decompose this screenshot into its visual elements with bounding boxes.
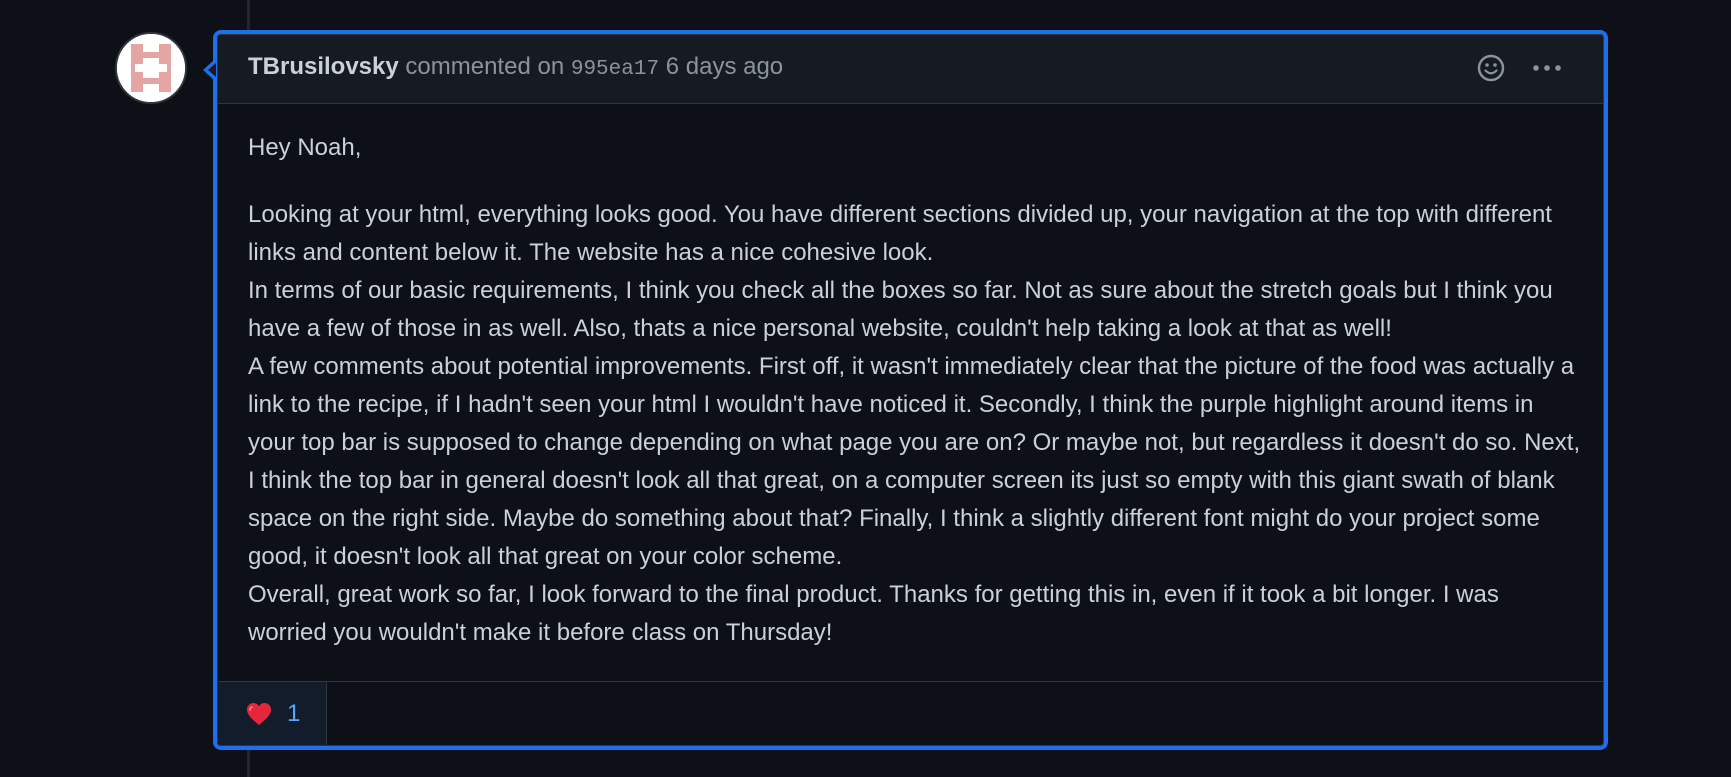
comment-body: Hey Noah, Looking at your html, everythi…: [248, 129, 1583, 652]
heart-icon: [247, 702, 271, 725]
comment-paragraph: Overall, great work so far, I look forwa…: [248, 581, 1499, 646]
action-text: commented on: [405, 53, 565, 80]
commit-sha-link[interactable]: 995ea17: [571, 58, 659, 81]
timestamp-link[interactable]: 6 days ago: [666, 53, 783, 80]
smiley-icon: [1477, 54, 1505, 82]
reaction-count: 1: [287, 699, 301, 727]
comment-header-text: TBrusilovsky commented on 995ea17 6 days…: [248, 53, 783, 81]
timeline: TBrusilovsky commented on 995ea17 6 days…: [0, 0, 1731, 777]
identicon-avatar-icon: [117, 34, 185, 102]
comment-card: TBrusilovsky commented on 995ea17 6 days…: [213, 30, 1608, 750]
comment-paragraph: In terms of our basic requirements, I th…: [248, 277, 1553, 342]
comment-greeting: Hey Noah,: [248, 134, 362, 161]
comment-paragraph: Looking at your html, everything looks g…: [248, 201, 1552, 266]
comment-reactions-bar: 1: [218, 681, 1603, 745]
comment-inner: TBrusilovsky commented on 995ea17 6 days…: [217, 34, 1604, 746]
add-reaction-button[interactable]: [1475, 52, 1507, 84]
kebab-menu-icon: [1533, 65, 1561, 71]
comment-pointer-inner: [208, 63, 216, 77]
comment-header: TBrusilovsky commented on 995ea17 6 days…: [218, 35, 1603, 104]
heart-reaction-button[interactable]: 1: [218, 682, 327, 745]
comment-paragraph: A few comments about potential improveme…: [248, 353, 1581, 570]
comment-options-button[interactable]: [1529, 52, 1565, 84]
author-link[interactable]: TBrusilovsky: [248, 53, 399, 80]
avatar[interactable]: [115, 32, 187, 104]
